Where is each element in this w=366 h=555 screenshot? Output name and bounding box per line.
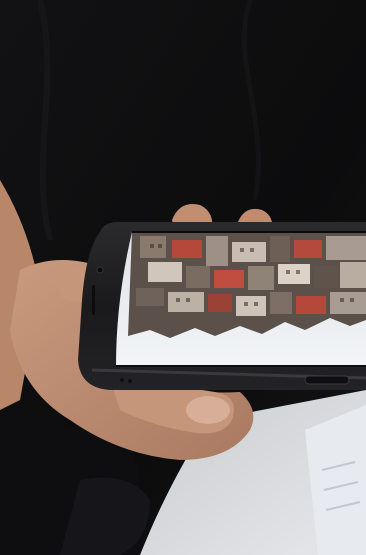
speaker-grille-icon: [92, 285, 95, 315]
mic-hole: [128, 379, 132, 383]
mic-hole: [120, 378, 124, 382]
charging-port-icon: [304, 375, 350, 385]
phone-screen: [116, 232, 366, 366]
scene-illustration: [0, 0, 366, 555]
thumbnail: [186, 396, 230, 424]
camera-icon: [96, 266, 104, 274]
photo-scene: [0, 0, 366, 555]
